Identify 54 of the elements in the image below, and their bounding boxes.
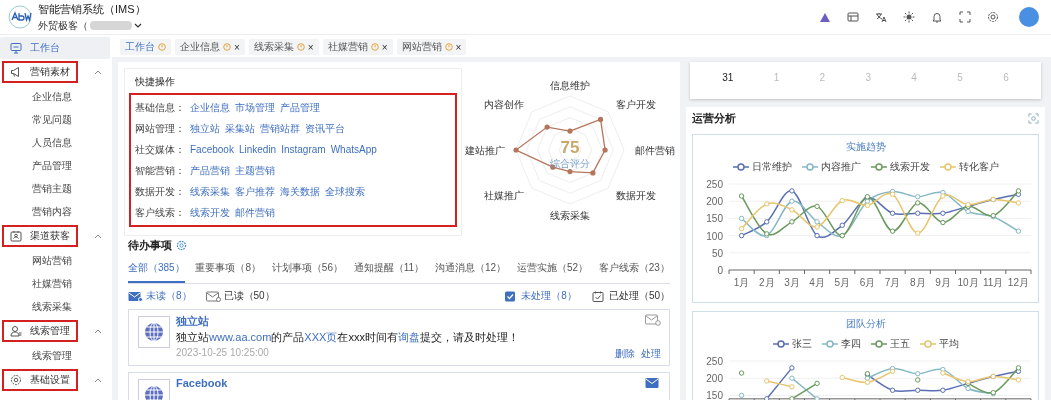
axis-label: 250 (706, 356, 723, 367)
axis-label: 12月 (1007, 277, 1029, 288)
axis-label: 10月 (957, 277, 979, 288)
axis-label: 1月 (733, 277, 750, 288)
axis-label: 11月 (983, 277, 1004, 288)
chart-title: 团队分析 (844, 317, 887, 331)
legend-label: 张三 (791, 337, 812, 351)
message-text: 独立站www.aa.com的产品XXX页在xxx时间有询盘提交，请及时处理！ (176, 330, 520, 345)
axis-label: 社媒推广 (484, 190, 525, 202)
legend-label: 内容推广 (820, 160, 861, 174)
axis-label: 200 (706, 196, 723, 208)
score-label: 综合评分 (550, 158, 590, 169)
legend-label: 线索开发 (889, 160, 930, 174)
axis-label: 信息维护 (550, 79, 590, 91)
legend-label: 日常维护 (751, 160, 792, 174)
axis-label: 数据开发 (615, 190, 656, 202)
row-label: 基础信息： (135, 100, 185, 115)
axis-label: 7月 (884, 277, 901, 288)
account-name: 外贸极客（ (38, 18, 88, 33)
axis-label: 2月 (758, 277, 775, 288)
axis-label: 线索采集 (550, 209, 590, 221)
axis-label: 150 (706, 390, 723, 400)
chart-title: 实施趋势 (844, 140, 887, 154)
axis-label: 9月 (935, 277, 951, 288)
row-label: 数据开发： (135, 184, 185, 199)
row-label: 社交媒体： (135, 142, 185, 157)
section-title: 运营分析 (692, 111, 736, 126)
axis-label: 4月 (809, 277, 825, 288)
axis-label: 50 (711, 247, 723, 259)
legend-label: 王五 (889, 337, 910, 351)
axis-label: 3月 (784, 277, 800, 288)
axis-label: 0 (717, 265, 723, 276)
row-label: 智能营销： (135, 163, 185, 178)
section-title: 待办事项 (128, 238, 172, 253)
panel-title: 快捷操作 (135, 75, 176, 89)
legend-label: 平均 (938, 337, 959, 351)
score-value: 75 (560, 138, 580, 157)
axis-label: 邮件营销 (635, 144, 675, 156)
timestamp: 2023-10-25 10:25:00 (176, 347, 269, 360)
legend-label: 转化客户 (958, 160, 999, 174)
row-label: 网站管理： (135, 121, 185, 136)
axis-label: 6月 (859, 277, 876, 288)
axis-label: 250 (706, 179, 723, 190)
legend-label: 李四 (840, 337, 861, 351)
axis-label: 200 (706, 373, 723, 385)
row-label: 客户线索： (135, 205, 185, 220)
axis-label: 8月 (909, 277, 926, 288)
axis-label: 客户开发 (615, 98, 656, 110)
axis-label: 内容创作 (484, 98, 525, 110)
axis-label: 150 (706, 213, 723, 225)
axis-label: 建站推广 (465, 144, 505, 156)
app-title: 智能营销系统（IMS） (38, 1, 146, 17)
axis-label: 100 (706, 230, 723, 242)
axis-label: 5月 (834, 277, 851, 288)
